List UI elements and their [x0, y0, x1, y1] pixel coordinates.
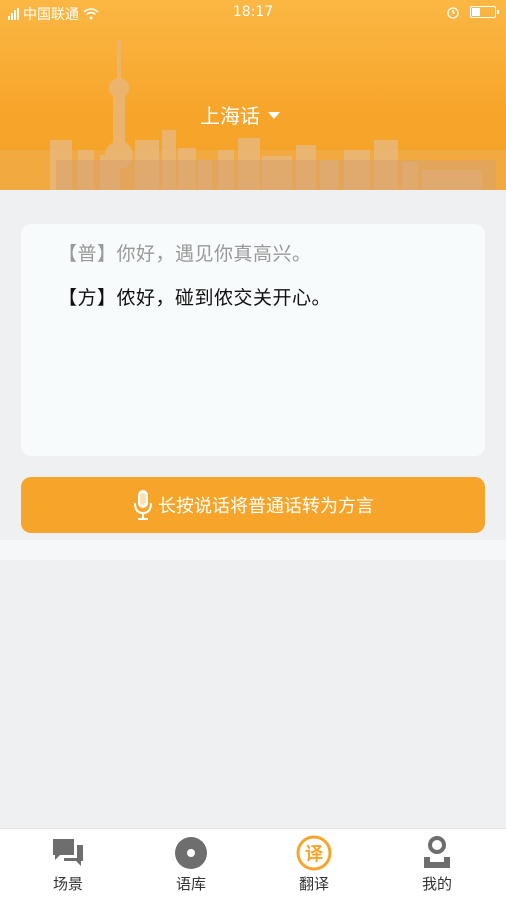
person-icon: [419, 835, 455, 871]
tab-translate-label: 翻译: [298, 875, 329, 893]
dialect-selector[interactable]: 上海话: [200, 100, 280, 129]
microphone-icon: [132, 488, 154, 522]
tab-translate[interactable]: 译 翻译: [251, 829, 377, 900]
tab-scenes-label: 场景: [52, 875, 83, 893]
record-button-label: 长按说话将普通话转为方言: [158, 496, 374, 517]
tab-scenes[interactable]: 场景: [5, 829, 131, 900]
svg-text:译: 译: [305, 844, 324, 865]
tab-profile-label: 我的: [421, 875, 452, 893]
alarm-icon: [446, 5, 460, 19]
dialect-label: 上海话: [200, 104, 260, 128]
dialect-text: 【方】侬好，碰到侬交关开心。: [58, 287, 332, 309]
bottom-nav: 场景 语库 译 翻译 我的: [0, 828, 506, 900]
disc-icon: [173, 835, 209, 871]
tab-library-label: 语库: [175, 875, 206, 893]
header-banner: 中国联通 18:17 上海话: [0, 0, 506, 190]
translation-card: 【普】你好，遇见你真高兴。 【方】侬好，碰到侬交关开心。: [21, 224, 485, 456]
translate-icon: 译: [296, 835, 332, 871]
caret-down-icon: [268, 112, 280, 119]
status-bar: 中国联通 18:17: [0, 0, 506, 26]
divider-band: [0, 540, 506, 560]
shanghai-skyline-image: [0, 0, 506, 190]
clock: 18:17: [232, 4, 274, 20]
tab-profile[interactable]: 我的: [374, 829, 500, 900]
tab-library[interactable]: 语库: [128, 829, 254, 900]
mandarin-text: 【普】你好，遇见你真高兴。: [58, 243, 312, 265]
battery-icon: [470, 6, 499, 18]
hold-to-speak-button[interactable]: 长按说话将普通话转为方言: [21, 477, 485, 533]
chat-bubbles-icon: [50, 835, 86, 871]
